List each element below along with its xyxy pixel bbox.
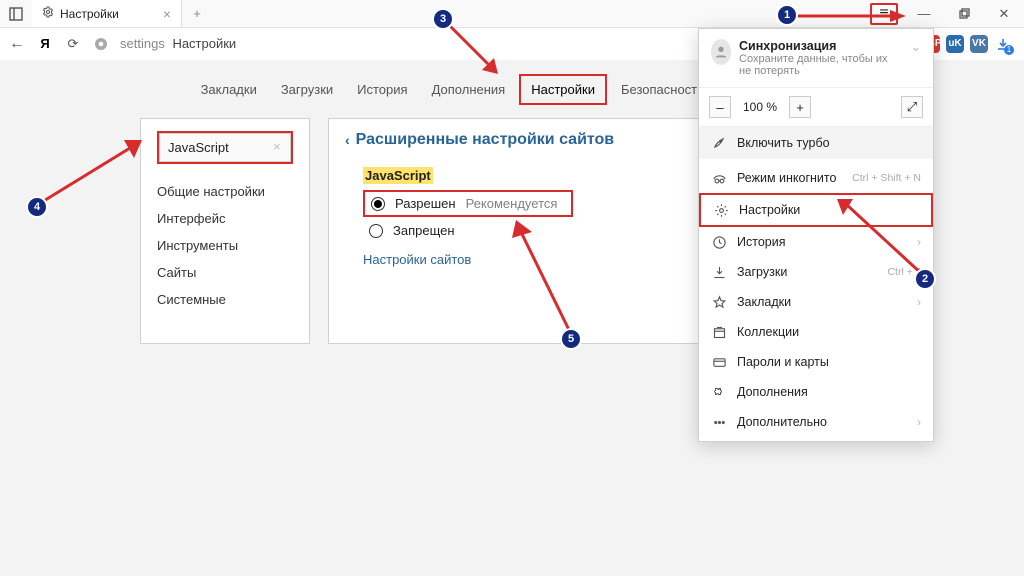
tab-close-icon[interactable]: × [163,7,171,21]
menu-item-label: Режим инкогнито [737,171,842,185]
home-logo[interactable]: Я [36,35,54,53]
window-controls: — ✕ [904,0,1024,27]
nav-tab-4[interactable]: Настройки [519,74,607,105]
menu-item-shortcut: Ctrl + J [887,266,921,278]
settings-search-input[interactable] [159,133,291,162]
address-path-2: Настройки [172,36,236,51]
vk-extension-icon[interactable]: VK [970,35,988,53]
menu-item-label: Дополнительно [737,415,907,429]
menu-item-puzzle[interactable]: Дополнения [699,377,933,407]
menu-item-star[interactable]: Закладки › [699,287,933,317]
browser-tab[interactable]: Настройки × [32,0,182,27]
minimize-button[interactable]: — [904,0,944,27]
titlebar-spacer [212,0,864,27]
nav-tab-1[interactable]: Загрузки [271,76,343,103]
chevron-right-icon: › [917,295,921,309]
download-icon [711,264,727,280]
sidebar-toggle-icon[interactable] [0,0,32,27]
main-menu-button[interactable]: ≡ [870,3,898,25]
maximize-button[interactable] [944,0,984,27]
close-window-button[interactable]: ✕ [984,0,1024,27]
section-javascript-label: JavaScript [363,167,433,184]
radio-allow-label: Разрешен [395,196,456,211]
uk-extension-icon[interactable]: uK [946,35,964,53]
main-menu-panel: Синхронизация Сохраните данные, чтобы их… [698,28,934,442]
downloads-badge: 1 [1004,45,1014,55]
hamburger-icon: ≡ [879,6,888,22]
menu-turbo-label: Включить турбо [737,136,830,150]
collections-icon [711,324,727,340]
clear-search-icon[interactable]: × [273,139,281,154]
sidebar-category-list: Общие настройкиИнтерфейсИнструментыСайты… [157,178,293,313]
menu-sync-row[interactable]: Синхронизация Сохраните данные, чтобы их… [699,29,933,88]
chevron-right-icon: › [917,235,921,249]
titlebar: Настройки × + ≡ — ✕ [0,0,1024,28]
radio-allow-hint: Рекомендуется [466,196,558,211]
new-tab-button[interactable]: + [182,0,212,27]
sidebar-item-4[interactable]: Системные [157,286,293,313]
gear-icon [42,6,54,21]
avatar-icon [711,39,731,65]
site-badge-icon [92,35,110,53]
more-icon [711,414,727,430]
menu-item-label: Пароли и карты [737,355,921,369]
incognito-icon [711,170,727,186]
chevron-right-icon: › [917,415,921,429]
nav-tab-3[interactable]: Дополнения [422,76,516,103]
menu-zoom-row: – 100 % + ⤢ [699,88,933,127]
downloads-indicator-icon[interactable]: 1 [994,35,1012,53]
menu-item-incognito[interactable]: Режим инкогнито Ctrl + Shift + N [699,163,933,193]
rocket-icon [711,135,727,151]
menu-item-label: Коллекции [737,325,921,339]
nav-tab-2[interactable]: История [347,76,417,103]
history-icon [711,234,727,250]
address-text[interactable]: settings Настройки [120,36,236,51]
menu-item-history[interactable]: История › [699,227,933,257]
back-button[interactable]: ← [8,35,26,53]
sidebar-item-2[interactable]: Инструменты [157,232,293,259]
radio-allow-dot [371,197,385,211]
sidebar-item-3[interactable]: Сайты [157,259,293,286]
zoom-value: 100 % [737,100,783,114]
address-path-1: settings [120,36,165,51]
menu-item-label: Загрузки [737,265,877,279]
radio-block-dot [369,224,383,238]
extension-icons: ABP uK VK 1 [922,35,1016,53]
radio-allow-row[interactable]: Разрешен Рекомендуется [363,190,573,217]
tab-title: Настройки [60,7,157,21]
menu-item-gear[interactable]: Настройки [699,193,933,227]
settings-sidebar: × Общие настройкиИнтерфейсИнструментыСай… [140,118,310,344]
menu-item-collections[interactable]: Коллекции [699,317,933,347]
fullscreen-button[interactable]: ⤢ [901,96,923,118]
sync-title: Синхронизация [739,39,903,53]
reload-button[interactable]: ⟳ [64,35,82,53]
menu-item-more[interactable]: Дополнительно › [699,407,933,437]
chevron-down-icon: ⌄ [911,39,921,54]
zoom-in-button[interactable]: + [789,96,811,118]
panel-heading-text: Расширенные настройки сайтов [356,131,614,149]
menu-item-download[interactable]: Загрузки Ctrl + J [699,257,933,287]
gear-icon [713,202,729,218]
cards-icon [711,354,727,370]
menu-item-cards[interactable]: Пароли и карты [699,347,933,377]
zoom-out-button[interactable]: – [709,96,731,118]
sync-subtitle: Сохраните данные, чтобы их не потерять [739,53,903,77]
menu-item-list: Режим инкогнито Ctrl + Shift + N Настройки… [699,159,933,441]
menu-item-label: История [737,235,907,249]
back-chevron-icon: ‹ [345,132,350,148]
menu-turbo-row[interactable]: Включить турбо [699,127,933,159]
star-icon [711,294,727,310]
menu-item-label: Закладки [737,295,907,309]
radio-block-label: Запрещен [393,223,455,238]
sidebar-item-0[interactable]: Общие настройки [157,178,293,205]
menu-item-shortcut: Ctrl + Shift + N [852,172,921,184]
menu-item-label: Настройки [739,203,919,217]
sidebar-item-1[interactable]: Интерфейс [157,205,293,232]
site-settings-link[interactable]: Настройки сайтов [363,252,471,267]
puzzle-icon [711,384,727,400]
menu-item-label: Дополнения [737,385,921,399]
nav-tab-0[interactable]: Закладки [191,76,267,103]
